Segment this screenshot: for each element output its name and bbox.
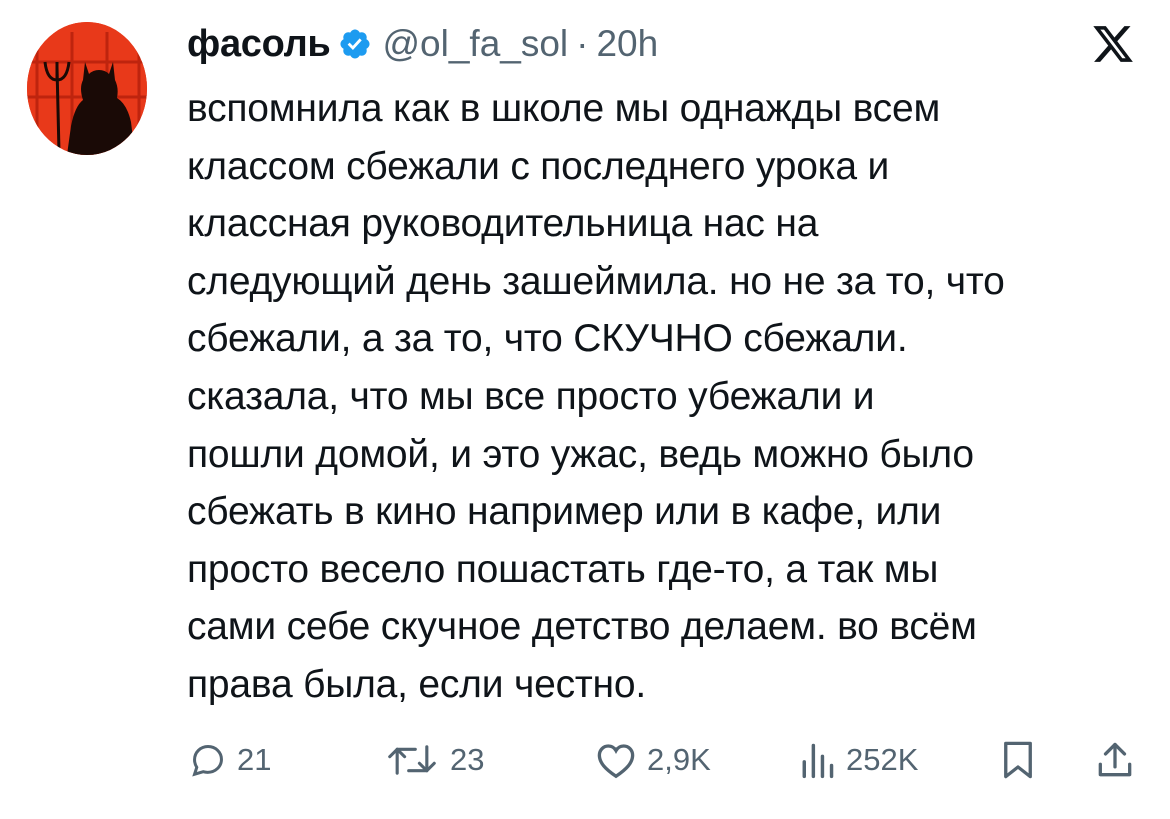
tweet-text-line: сами себе скучное детство делаем. во всё… [187,605,977,649]
tweet-text-line: классная руководительница нас на [187,202,819,246]
reply-icon [192,745,223,777]
views-button[interactable]: 252K [798,730,918,790]
tweet-text-line: сказала, что мы все просто убежали и [187,374,875,418]
views-count: 252K [846,742,919,777]
tweet-text: вспомнила как в школе мы однажды всем кл… [187,80,1152,714]
tweet-text-line: просто весело пошастать где-то, а так мы [187,547,939,591]
like-count: 2,9K [647,742,711,777]
tweet-text-line: сбежать в кино например или в кафе, или [187,490,942,534]
tweet-text-line: следующий день зашеймила. но не за то, ч… [187,259,1005,303]
tweet-text-line: вспомнила как в школе мы однажды всем [187,87,941,130]
action-bar: 21 23 2,9K 252K [0,730,1170,790]
reply-button[interactable]: 21 [189,730,271,790]
avatar[interactable] [27,22,147,155]
x-logo-icon [1090,22,1136,66]
retweet-button[interactable]: 23 [384,730,484,790]
tweet-text-line: классом сбежали с последнего урока и [187,144,890,188]
bookmark-icon [1004,741,1032,779]
heart-icon [597,744,635,779]
tweet-text-line: пошли домой, и это ужас, ведь можно было [187,432,974,476]
bookmark-button[interactable] [1000,730,1036,790]
user-handle[interactable]: @ol_fa_sol [382,23,568,65]
tweet-header: фасоль @ol_fa_sol · 20h [187,16,658,72]
devil-silhouette-avatar-icon [27,22,147,155]
retweet-count: 23 [450,742,485,777]
display-name[interactable]: фасоль [187,23,331,66]
retweet-icon [388,745,436,775]
tweet-text-line: сбежали, а за то, что СКУЧНО сбежали. [187,317,908,361]
views-chart-icon [802,743,834,779]
separator-dot: · [576,23,589,64]
tweet-text-line: права была, если честно. [187,662,646,706]
share-icon [1098,742,1132,777]
share-button[interactable] [1096,730,1134,790]
like-button[interactable]: 2,9K [595,730,711,790]
reply-count: 21 [237,742,272,777]
timestamp[interactable]: 20h [596,23,658,65]
tweet-card: фасоль @ol_fa_sol · 20h вспомнила как в … [0,0,1170,819]
verified-badge-icon [338,27,372,61]
